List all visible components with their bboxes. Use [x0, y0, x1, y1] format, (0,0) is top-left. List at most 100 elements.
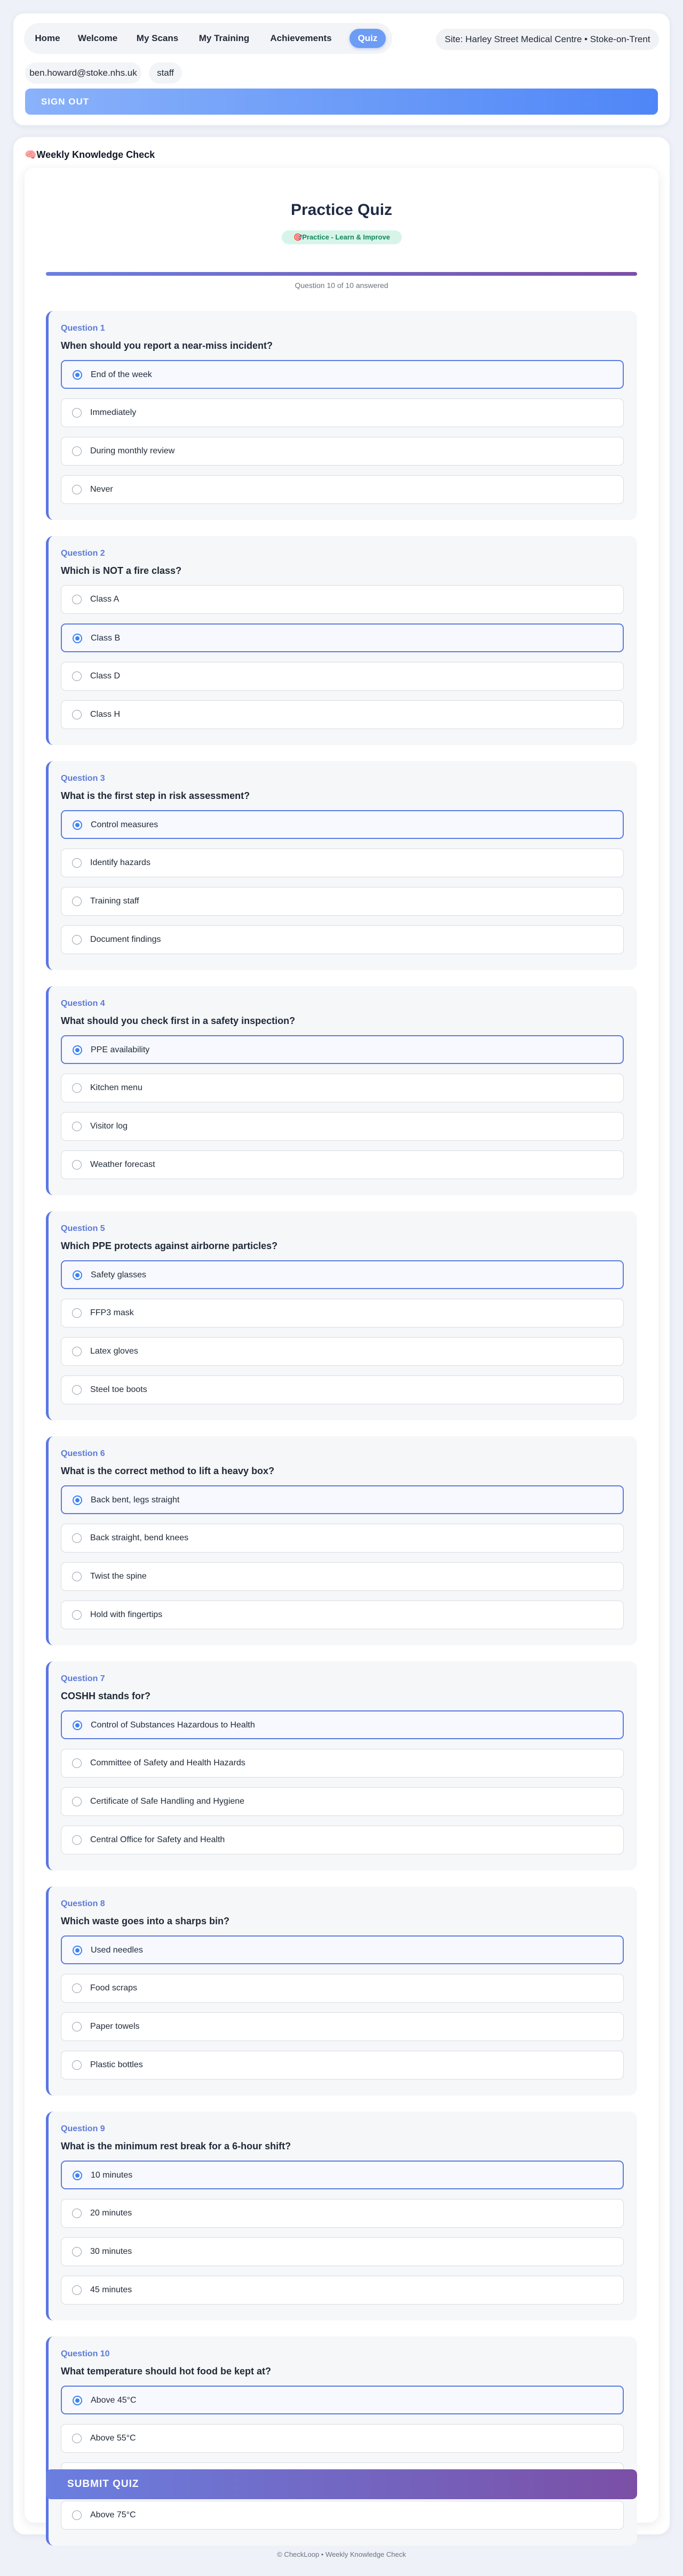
answer-option[interactable]: 10 minutes	[61, 2161, 624, 2189]
radio-unselected-icon[interactable]	[72, 1083, 82, 1093]
answer-option[interactable]: Class D	[61, 662, 624, 691]
answer-option[interactable]: Hold with fingertips	[61, 1601, 624, 1629]
radio-unselected-icon[interactable]	[72, 2060, 82, 2070]
radio-unselected-icon[interactable]	[72, 897, 82, 906]
answer-option-label: Used needles	[91, 1946, 143, 1955]
answer-option[interactable]: End of the week	[61, 360, 624, 389]
radio-unselected-icon[interactable]	[72, 1122, 82, 1131]
answer-option[interactable]: Weather forecast	[61, 1150, 624, 1179]
radio-unselected-icon[interactable]	[72, 595, 82, 604]
answer-option[interactable]: Back bent, legs straight	[61, 1485, 624, 1514]
radio-unselected-icon[interactable]	[72, 1308, 82, 1318]
answer-option-label: Steel toe boots	[90, 1385, 147, 1394]
nav-welcome[interactable]: Welcome	[73, 29, 122, 48]
answer-option[interactable]: Above 75°C	[61, 2501, 624, 2530]
radio-selected-icon[interactable]	[73, 634, 82, 643]
radio-selected-icon[interactable]	[73, 2171, 82, 2180]
answer-option-label: Document findings	[90, 935, 161, 944]
radio-selected-icon[interactable]	[73, 370, 82, 380]
radio-selected-icon[interactable]	[73, 1946, 82, 1955]
radio-unselected-icon[interactable]	[72, 1835, 82, 1845]
radio-selected-icon[interactable]	[73, 1045, 82, 1055]
radio-unselected-icon[interactable]	[72, 858, 82, 868]
answer-option[interactable]: 20 minutes	[61, 2199, 624, 2228]
answer-option-label: Control measures	[91, 820, 158, 829]
user-email: ben.howard@stoke.nhs.uk	[25, 62, 141, 84]
radio-unselected-icon[interactable]	[72, 671, 82, 681]
radio-unselected-icon[interactable]	[72, 2434, 82, 2443]
radio-unselected-icon[interactable]	[72, 1797, 82, 1806]
answer-option[interactable]: Steel toe boots	[61, 1375, 624, 1404]
answer-option[interactable]: Paper towels	[61, 2012, 624, 2041]
radio-selected-icon[interactable]	[73, 1721, 82, 1730]
answer-option[interactable]: Control of Substances Hazardous to Healt…	[61, 1710, 624, 1739]
nav-achievements[interactable]: Achievements	[265, 29, 337, 48]
answer-option[interactable]: Class A	[61, 585, 624, 614]
nav-quiz[interactable]: Quiz	[350, 29, 386, 48]
radio-unselected-icon[interactable]	[72, 485, 82, 494]
answer-option[interactable]: Committee of Safety and Health Hazards	[61, 1749, 624, 1778]
answer-option[interactable]: Above 55°C	[61, 2424, 624, 2453]
answer-option-label: Class B	[91, 634, 121, 643]
radio-selected-icon[interactable]	[73, 1495, 82, 1505]
answer-option[interactable]: PPE availability	[61, 1035, 624, 1064]
answer-option[interactable]: FFP3 mask	[61, 1299, 624, 1327]
section-title: 🧠Weekly Knowledge Check	[25, 149, 155, 160]
radio-unselected-icon[interactable]	[72, 1347, 82, 1356]
radio-unselected-icon[interactable]	[72, 2209, 82, 2218]
question-number: Question 10	[61, 2349, 110, 2358]
answer-option[interactable]: Identify hazards	[61, 849, 624, 877]
radio-selected-icon[interactable]	[73, 1270, 82, 1280]
radio-unselected-icon[interactable]	[72, 2285, 82, 2295]
question-card: Question 8 Which waste goes into a sharps…	[46, 1886, 637, 2095]
answer-option[interactable]: Safety glasses	[61, 1260, 624, 1289]
answer-option[interactable]: Plastic bottles	[61, 2051, 624, 2079]
answer-option[interactable]: Kitchen menu	[61, 1074, 624, 1102]
answer-option[interactable]: Visitor log	[61, 1112, 624, 1141]
radio-unselected-icon[interactable]	[72, 935, 82, 945]
answer-option[interactable]: Used needles	[61, 1935, 624, 1964]
answer-option[interactable]: Control measures	[61, 810, 624, 839]
radio-unselected-icon[interactable]	[72, 2022, 82, 2031]
radio-selected-icon[interactable]	[73, 2396, 82, 2405]
answer-option[interactable]: Twist the spine	[61, 1562, 624, 1591]
radio-unselected-icon[interactable]	[72, 1160, 82, 1170]
answer-option-label: Identify hazards	[90, 858, 150, 867]
radio-unselected-icon[interactable]	[72, 446, 82, 456]
answer-option[interactable]: Latex gloves	[61, 1337, 624, 1366]
answer-option[interactable]: Class H	[61, 700, 624, 729]
answer-option[interactable]: Document findings	[61, 925, 624, 954]
answer-option[interactable]: During monthly review	[61, 437, 624, 466]
answer-option[interactable]: Food scraps	[61, 1974, 624, 2003]
answer-option[interactable]: Training staff	[61, 887, 624, 916]
answer-option[interactable]: Central Office for Safety and Health	[61, 1826, 624, 1854]
radio-unselected-icon[interactable]	[72, 1572, 82, 1581]
sign-out-button[interactable]: SIGN OUT	[25, 89, 658, 115]
answer-option[interactable]: Class B	[61, 623, 624, 652]
radio-unselected-icon[interactable]	[72, 1983, 82, 1993]
nav-my-scans[interactable]: My Scans	[131, 29, 184, 48]
submit-quiz-button[interactable]: SUBMIT QUIZ	[46, 2469, 637, 2499]
radio-unselected-icon[interactable]	[72, 2247, 82, 2257]
radio-unselected-icon[interactable]	[72, 1533, 82, 1543]
radio-unselected-icon[interactable]	[72, 2510, 82, 2520]
answer-option[interactable]: 30 minutes	[61, 2237, 624, 2266]
nav-my-training[interactable]: My Training	[193, 29, 256, 48]
answer-option[interactable]: Above 45°C	[61, 2386, 624, 2414]
radio-unselected-icon[interactable]	[72, 408, 82, 418]
progress-bar	[46, 272, 637, 276]
question-number: Question 8	[61, 1899, 105, 1908]
radio-selected-icon[interactable]	[73, 820, 82, 830]
answer-option[interactable]: Back straight, bend knees	[61, 1524, 624, 1553]
radio-unselected-icon[interactable]	[72, 710, 82, 719]
answer-option-label: Above 45°C	[91, 2396, 137, 2405]
footer: © CheckLoop • Weekly Knowledge Check	[277, 2550, 406, 2558]
answer-option[interactable]: Never	[61, 475, 624, 504]
radio-unselected-icon[interactable]	[72, 1758, 82, 1768]
answer-option[interactable]: Immediately	[61, 398, 624, 427]
radio-unselected-icon[interactable]	[72, 1610, 82, 1620]
answer-option[interactable]: Certificate of Safe Handling and Hygiene	[61, 1787, 624, 1816]
nav-home[interactable]: Home	[30, 29, 65, 48]
answer-option[interactable]: 45 minutes	[61, 2276, 624, 2305]
radio-unselected-icon[interactable]	[72, 1385, 82, 1395]
